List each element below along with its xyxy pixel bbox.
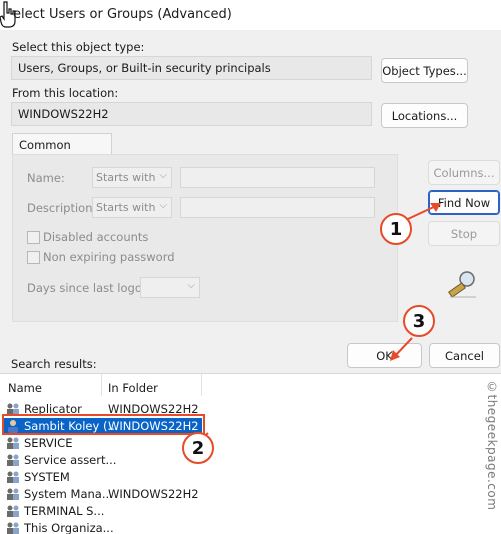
table-row[interactable]: This Organiza... [4, 520, 304, 534]
search-results-list[interactable]: Name In Folder Replicator WINDOWS22H2 Sa… [0, 373, 501, 534]
object-type-field: Users, Groups, or Built-in security prin… [11, 56, 372, 80]
group-icon [7, 437, 19, 449]
title-bar: elect Users or Groups (Advanced) [0, 0, 501, 30]
name-input[interactable] [180, 167, 375, 188]
column-divider [201, 374, 202, 396]
days-logon-label: Days since last logon: [27, 281, 154, 295]
row-name: TERMINAL S... [24, 504, 105, 518]
table-row[interactable]: System Mana... WINDOWS22H2 [4, 486, 304, 503]
selection-highlight-box [2, 414, 205, 435]
step-1-badge: 1 [380, 213, 412, 245]
window-title: elect Users or Groups (Advanced) [13, 7, 232, 22]
find-now-button[interactable]: Find Now [428, 190, 500, 215]
group-icon [7, 454, 19, 466]
disabled-accounts-label: Disabled accounts [43, 230, 149, 244]
row-name: SYSTEM [24, 470, 70, 484]
disabled-accounts-checkbox[interactable] [27, 231, 40, 244]
row-name: This Organiza... [24, 521, 114, 534]
row-name: Service assert... [24, 453, 117, 467]
ok-button[interactable]: OK [347, 343, 422, 368]
table-row[interactable]: Service assert... [4, 452, 304, 469]
columns-button[interactable]: Columns... [428, 160, 500, 185]
group-icon [7, 488, 19, 500]
search-results-label: Search results: [11, 357, 97, 371]
chevron-down-icon: ⌵ [159, 170, 167, 181]
description-label: Description: [27, 201, 97, 215]
group-icon [7, 505, 19, 517]
non-expiring-checkbox[interactable] [27, 251, 40, 264]
chevron-down-icon: ⌵ [187, 280, 195, 291]
row-folder: WINDOWS22H2 [108, 487, 199, 501]
cancel-button[interactable]: Cancel [429, 343, 500, 368]
name-mode-value: Starts with [96, 171, 156, 184]
tab-common-queries[interactable]: Common Queries [12, 133, 112, 166]
search-flashlight-icon [448, 271, 476, 298]
row-name: SERVICE [24, 436, 73, 450]
stop-button[interactable]: Stop [428, 221, 500, 246]
column-header-name[interactable]: Name [8, 381, 42, 395]
description-mode-select[interactable]: Starts with ⌵ [92, 197, 172, 218]
select-users-dialog: elect Users or Groups (Advanced) Select … [0, 0, 501, 534]
step-2-badge: 2 [182, 432, 214, 464]
name-mode-select[interactable]: Starts with ⌵ [92, 167, 172, 188]
column-divider [101, 374, 102, 396]
group-icon [7, 522, 19, 534]
description-input[interactable] [180, 197, 375, 218]
watermark: ©thegeekpage.com [485, 380, 499, 511]
description-mode-value: Starts with [96, 201, 156, 214]
object-types-button[interactable]: Object Types... [381, 58, 468, 83]
step-3-badge: 3 [403, 305, 435, 337]
chevron-down-icon: ⌵ [159, 200, 167, 211]
location-label: From this location: [12, 86, 119, 100]
days-logon-select[interactable]: ⌵ [140, 277, 200, 298]
table-row[interactable]: SERVICE [4, 435, 304, 452]
row-name: System Mana... [24, 487, 113, 501]
non-expiring-label: Non expiring password [43, 250, 175, 264]
location-field: WINDOWS22H2 [11, 102, 372, 126]
group-icon [7, 471, 19, 483]
table-row[interactable]: TERMINAL S... [4, 503, 304, 520]
object-type-label: Select this object type: [12, 40, 145, 54]
column-header-folder[interactable]: In Folder [108, 381, 158, 395]
table-row[interactable]: SYSTEM [4, 469, 304, 486]
locations-button[interactable]: Locations... [381, 103, 468, 128]
common-queries-panel: Name: Starts with ⌵ Description: Starts … [12, 154, 398, 322]
name-label: Name: [27, 171, 65, 185]
